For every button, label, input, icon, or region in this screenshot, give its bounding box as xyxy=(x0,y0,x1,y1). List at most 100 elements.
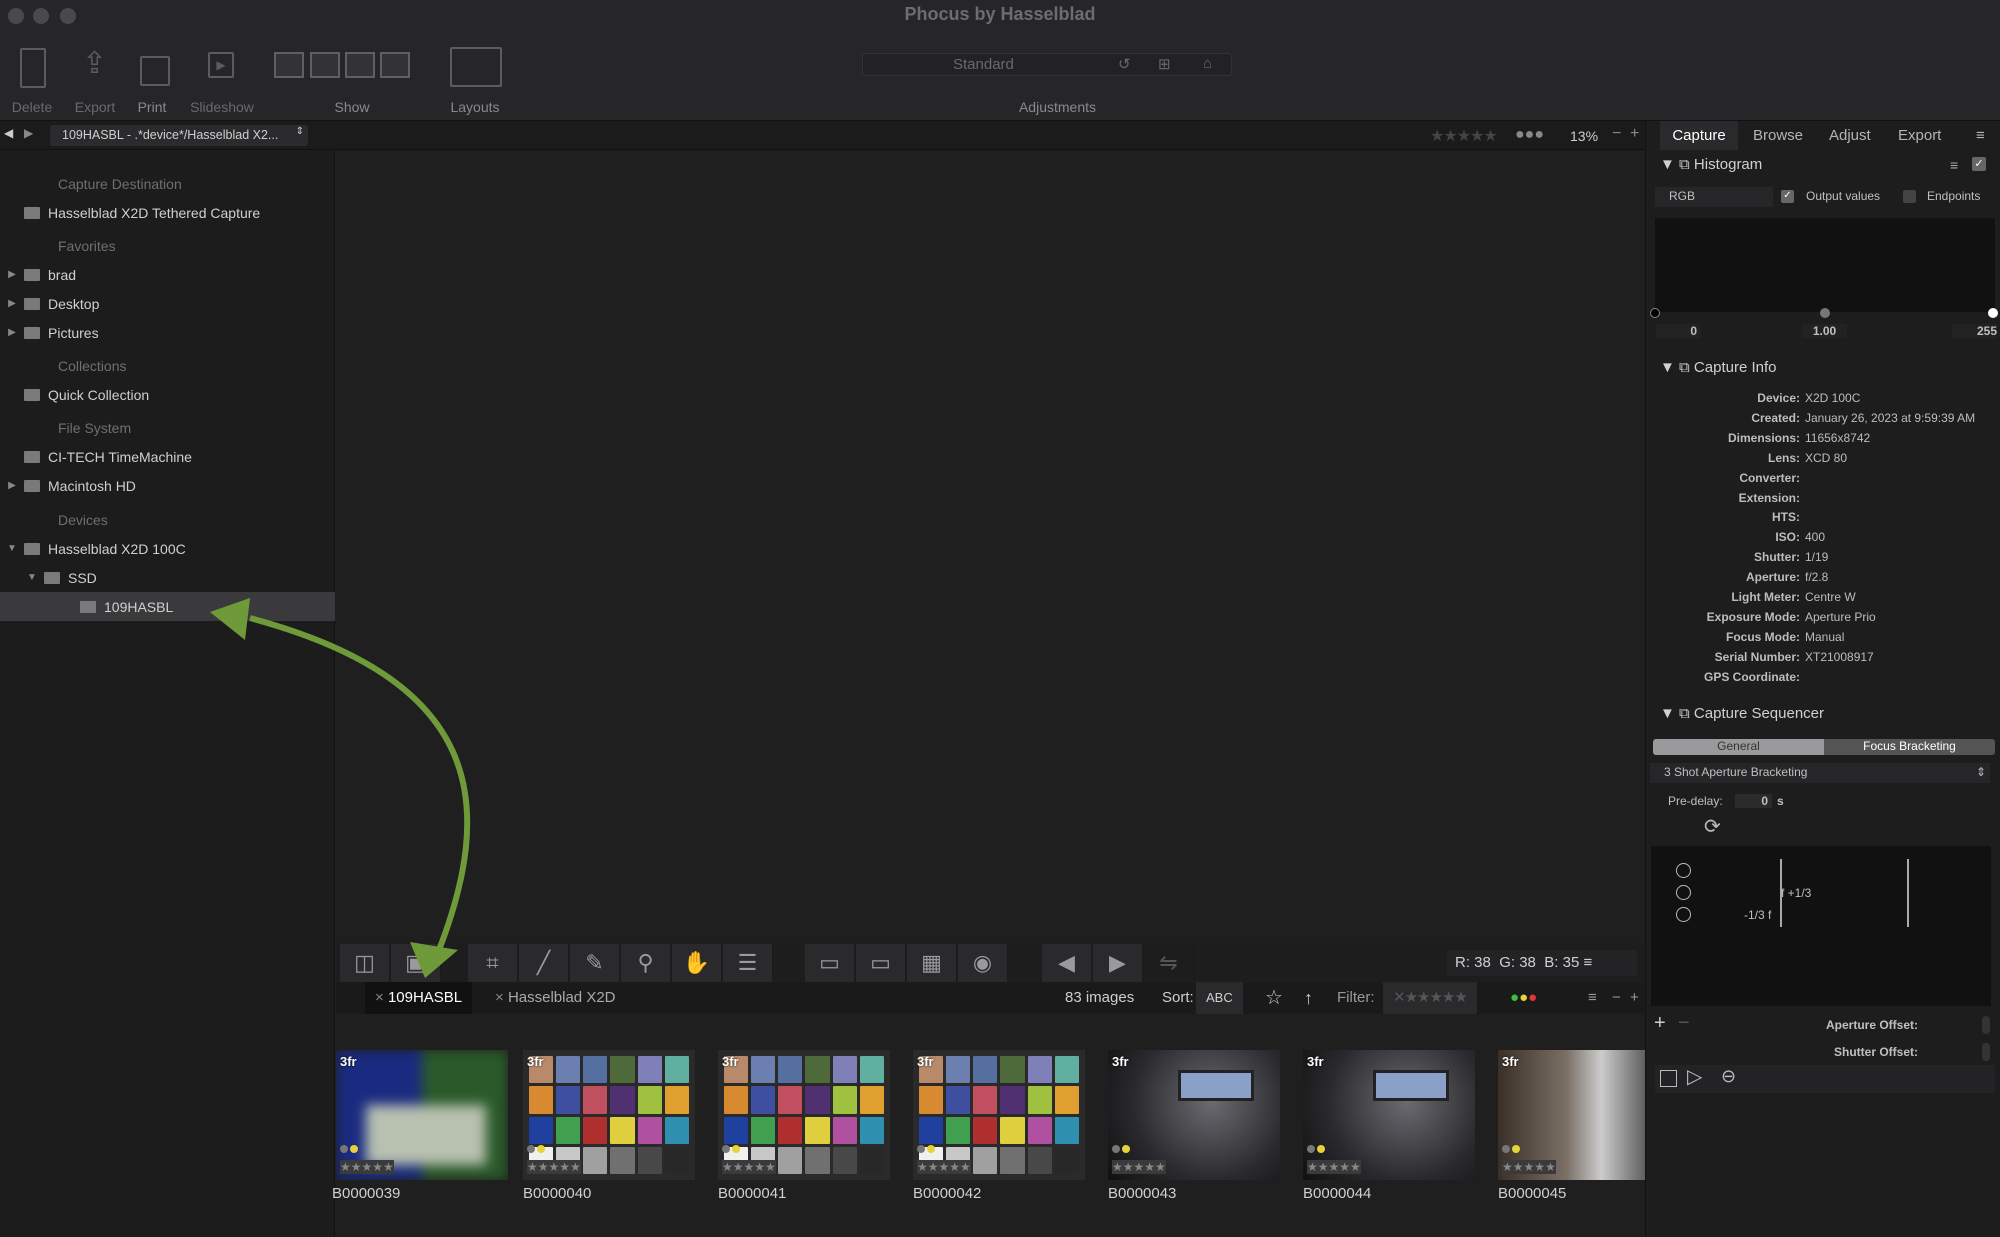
color-tags[interactable] xyxy=(917,1140,937,1156)
color-tags[interactable] xyxy=(722,1140,742,1156)
histogram-header[interactable]: ▼ ⧉ Histogram xyxy=(1660,156,1762,173)
shutter-offset-stepper[interactable] xyxy=(1982,1043,1990,1061)
stop-icon[interactable] xyxy=(1660,1070,1677,1087)
tab-109hasbl[interactable]: × 109HASBL xyxy=(365,982,473,1014)
sort-direction-icon[interactable]: ↑ xyxy=(1294,982,1323,1014)
color-tags[interactable] xyxy=(1112,1140,1132,1156)
back-icon[interactable]: ◀ xyxy=(4,126,13,140)
slideshow-icon[interactable]: ▶ xyxy=(208,52,234,78)
sidebar-item-timemachine[interactable]: CI-TECH TimeMachine xyxy=(0,442,335,471)
collapse-icon[interactable]: ▼ xyxy=(1660,705,1675,722)
highlight-warning-icon[interactable]: ▭ xyxy=(856,944,906,982)
sidebar-item-camera[interactable]: ▼ Hasselblad X2D 100C xyxy=(0,534,335,563)
tab-adjust[interactable]: Adjust xyxy=(1829,121,1871,150)
filter-colors[interactable]: ●●● xyxy=(1500,982,1547,1014)
sidebar-item-macintosh-hd[interactable]: ▶ Macintosh HD xyxy=(0,471,335,500)
channel-select[interactable]: RGB xyxy=(1655,187,1773,207)
list-tool-icon[interactable]: ☰ xyxy=(723,944,773,982)
capture-sequencer-header[interactable]: ▼ ⧉ Capture Sequencer xyxy=(1660,705,1824,722)
layouts-icon[interactable] xyxy=(450,47,502,87)
black-point-handle[interactable] xyxy=(1650,308,1660,318)
export-button[interactable]: Export xyxy=(70,99,120,115)
white-point-field[interactable]: 255 xyxy=(1952,324,1997,338)
shot-1-radio[interactable] xyxy=(1676,863,1691,878)
sidebar-item-pictures[interactable]: ▶ Pictures xyxy=(0,318,335,347)
zoom-in-button[interactable]: + xyxy=(1630,125,1639,143)
output-values-checkbox[interactable]: ✓ xyxy=(1781,190,1794,203)
previous-image-icon[interactable]: ◀ xyxy=(1042,944,1092,982)
aperture-offset-stepper[interactable] xyxy=(1982,1016,1990,1034)
shadow-warning-icon[interactable]: ▭ xyxy=(805,944,855,982)
trash-icon[interactable] xyxy=(20,48,46,88)
thumbnail[interactable]: 3fr ★★★★★ xyxy=(336,1050,508,1180)
single-view-icon[interactable]: ▣ xyxy=(391,944,441,982)
thumbnail[interactable]: 3fr ★★★★★ xyxy=(1303,1050,1475,1180)
tab-general[interactable]: General xyxy=(1653,739,1824,755)
thumbnail[interactable]: 3fr ★★★★★ xyxy=(523,1050,695,1180)
sort-abc-button[interactable]: ABC xyxy=(1196,982,1243,1014)
close-tab-icon[interactable]: × xyxy=(495,989,508,1006)
show-left-panel-icon[interactable] xyxy=(274,52,304,78)
thumbnail-rating[interactable]: ★★★★★ xyxy=(722,1160,776,1174)
show-right-panel-icon[interactable] xyxy=(380,52,410,78)
slideshow-button[interactable]: Slideshow xyxy=(186,99,258,115)
next-image-icon[interactable]: ▶ xyxy=(1093,944,1143,982)
sidebar-item-tethered-capture[interactable]: Hasselblad X2D Tethered Capture xyxy=(0,198,335,227)
filter-red-icon[interactable]: ● xyxy=(1528,989,1537,1006)
sequence-preset-select[interactable]: 3 Shot Aperture Bracketing ⇕ xyxy=(1650,763,1990,783)
thumbnail-rating[interactable]: ★★★★★ xyxy=(1112,1160,1166,1174)
zoom-out-button[interactable]: − xyxy=(1612,125,1621,143)
thumbnail-rating[interactable]: ★★★★★ xyxy=(1502,1160,1556,1174)
print-button[interactable]: Print xyxy=(132,99,172,115)
thumbnail[interactable]: 3fr ★★★★★ xyxy=(1108,1050,1280,1180)
swap-icon[interactable]: ⇋ xyxy=(1144,944,1194,982)
compare-view-icon[interactable]: ◫ xyxy=(340,944,390,982)
filter-stars[interactable]: ✕★★★★★ xyxy=(1383,982,1477,1014)
tab-hasselblad-x2d[interactable]: × Hasselblad X2D xyxy=(485,982,626,1014)
preset-select[interactable]: Standard ↺ ⊞ ⌂ xyxy=(862,53,1232,76)
menu-icon[interactable]: ≡ xyxy=(1583,954,1592,971)
eyedropper-icon[interactable]: ✎ xyxy=(570,944,620,982)
filter-green-icon[interactable]: ● xyxy=(1510,989,1519,1006)
shot-3-radio[interactable] xyxy=(1676,907,1691,922)
histogram-enable-checkbox[interactable]: ✓ xyxy=(1972,157,1986,171)
color-tags[interactable] xyxy=(1307,1140,1327,1156)
thumbnail-rating[interactable]: ★★★★★ xyxy=(340,1160,394,1174)
black-point-field[interactable]: 0 xyxy=(1656,324,1701,338)
crop-icon[interactable]: ⌗ xyxy=(468,944,518,982)
panel-menu-icon[interactable]: ≡ xyxy=(1976,121,1985,150)
print-icon[interactable] xyxy=(140,56,170,86)
tab-capture[interactable]: Capture xyxy=(1660,121,1738,150)
play-icon[interactable]: ▷ xyxy=(1687,1064,1702,1089)
show-bottom-panel-icon[interactable] xyxy=(345,52,375,78)
capture-info-header[interactable]: ▼ ⧉ Capture Info xyxy=(1660,359,1776,376)
disclosure-icon[interactable]: ▶ xyxy=(0,298,24,309)
filter-yellow-icon[interactable]: ● xyxy=(1519,989,1528,1006)
more-options-icon[interactable]: ⊖ xyxy=(1721,1066,1736,1087)
tab-focus-bracketing[interactable]: Focus Bracketing xyxy=(1824,739,1995,755)
show-viewer-icon[interactable] xyxy=(310,52,340,78)
disclosure-icon[interactable]: ▶ xyxy=(0,327,24,338)
mask-icon[interactable]: ◉ xyxy=(958,944,1008,982)
tab-export[interactable]: Export xyxy=(1898,121,1941,150)
collapse-icon[interactable]: ▼ xyxy=(1660,359,1675,376)
compare-icon[interactable]: ⊞ xyxy=(1158,55,1171,73)
sidebar-item-ssd[interactable]: ▼ SSD xyxy=(0,563,335,592)
collapse-icon[interactable]: ▼ xyxy=(1660,156,1675,173)
path-select[interactable]: 109HASBL - .*device*/Hasselblad X2... ⇕ xyxy=(50,125,308,146)
disclosure-icon[interactable]: ▼ xyxy=(20,572,44,583)
hand-icon[interactable]: ✋ xyxy=(672,944,722,982)
repeat-icon[interactable]: ⟳ xyxy=(1704,814,1721,839)
disclosure-icon[interactable]: ▶ xyxy=(0,269,24,280)
histogram-menu-icon[interactable]: ≡ xyxy=(1950,157,1958,173)
predelay-field[interactable]: 0 xyxy=(1735,794,1772,808)
loupe-icon[interactable]: ⚲ xyxy=(621,944,671,982)
gamma-field[interactable]: 1.00 xyxy=(1802,324,1847,338)
color-tags[interactable] xyxy=(340,1140,360,1156)
grid-icon[interactable]: ▦ xyxy=(907,944,957,982)
sidebar-item-109hasbl[interactable]: 109HASBL xyxy=(0,592,335,621)
tab-browse[interactable]: Browse xyxy=(1753,121,1803,150)
sidebar-item-quick-collection[interactable]: Quick Collection xyxy=(0,380,335,409)
gamma-handle[interactable] xyxy=(1820,308,1830,318)
thumbnail-rating[interactable]: ★★★★★ xyxy=(1307,1160,1361,1174)
